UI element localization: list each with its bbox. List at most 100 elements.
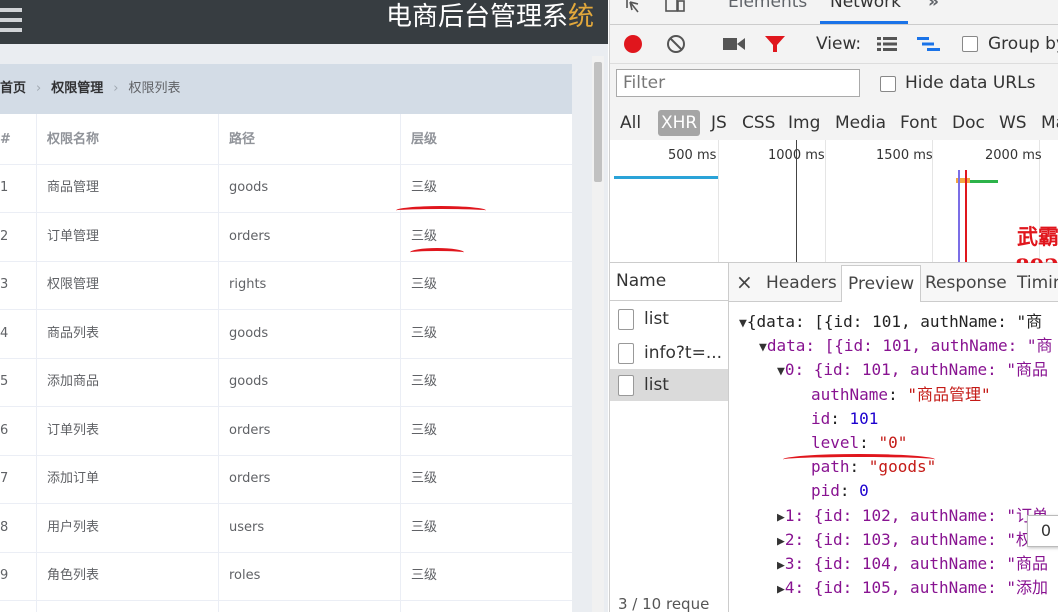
- row-path: users: [229, 520, 265, 535]
- json-node-item-4[interactable]: ▶4: {id: 105, authName: "添加: [777, 577, 1048, 599]
- json-node-item-0[interactable]: ▼0: {id: 101, authName: "商品: [777, 359, 1048, 381]
- hide-data-urls-checkbox[interactable]: [880, 76, 896, 92]
- row-path: orders: [229, 423, 271, 438]
- type-filter-img[interactable]: Img: [788, 110, 820, 136]
- timeline-dom-line: [958, 170, 960, 262]
- type-filter-media[interactable]: Media: [835, 110, 886, 136]
- devtools-tab-bar: Elements Network »: [610, 0, 1058, 25]
- large-rows-icon[interactable]: [876, 35, 898, 53]
- json-key: id: [811, 409, 831, 428]
- row-level: 三级: [411, 374, 438, 389]
- type-filter-all[interactable]: All: [620, 110, 641, 136]
- watermark-line: 武霸: [1017, 224, 1058, 249]
- tab-response[interactable]: Response: [925, 263, 1007, 300]
- expanded-triangle-icon[interactable]: ▼: [777, 364, 785, 379]
- request-item-list-selected[interactable]: list: [610, 369, 728, 401]
- waterfall-view-icon[interactable]: [916, 35, 942, 53]
- device-toolbar-icon[interactable]: [664, 0, 686, 14]
- expanded-triangle-icon[interactable]: ▼: [759, 340, 767, 355]
- row-index: 6: [0, 423, 9, 438]
- filter-funnel-icon[interactable]: [764, 34, 786, 54]
- row-index: 8: [0, 520, 9, 535]
- row-name: 权限管理: [47, 277, 100, 292]
- timeline-load-line: [965, 170, 967, 262]
- json-node-data[interactable]: ▼data: [{id: 101, authName: "商: [759, 335, 1053, 357]
- table-header-row: # 权限名称 路径 层级: [0, 116, 572, 165]
- json-node-text: 1: {id: 102, authName: "订单: [784, 506, 1049, 525]
- json-value: "商品管理": [907, 385, 991, 404]
- request-count-status: 3 / 10 reque: [618, 595, 710, 612]
- rights-table: # 权限名称 路径 层级 1 商品管理 goods 三级 2 订单管理 orde…: [0, 114, 572, 612]
- hide-data-urls-label: Hide data URLs: [905, 73, 1036, 93]
- name-column-header[interactable]: Name: [610, 263, 728, 301]
- filter-input[interactable]: Filter: [616, 69, 860, 97]
- type-filter-doc[interactable]: Doc: [952, 110, 985, 136]
- type-filter-xhr[interactable]: XHR: [658, 110, 701, 136]
- type-filter-font[interactable]: Font: [900, 110, 937, 136]
- row-name: 添加订单: [47, 471, 100, 486]
- request-item-list[interactable]: list: [610, 303, 728, 335]
- file-icon: [618, 309, 634, 330]
- screenshot-capture-icon[interactable]: [722, 35, 746, 53]
- request-name: list: [644, 375, 669, 395]
- json-prop-level: level: "0": [811, 433, 908, 452]
- tab-preview[interactable]: Preview: [841, 265, 922, 302]
- request-list: Name list info?t=... list 3 / 10 reque: [610, 263, 729, 612]
- type-filter-ws[interactable]: WS: [999, 110, 1027, 136]
- inspect-element-icon[interactable]: [624, 0, 644, 16]
- table-row: 2 订单管理 orders 三级: [0, 213, 572, 262]
- row-level: 三级: [411, 180, 438, 195]
- json-node-item-3[interactable]: ▶3: {id: 104, authName: "商品: [777, 553, 1048, 575]
- menu-toggle-icon[interactable]: [0, 8, 22, 34]
- collapsed-triangle-icon[interactable]: ▶: [777, 558, 785, 573]
- type-filter-js[interactable]: JS: [711, 110, 727, 136]
- row-name: 角色列表: [47, 568, 100, 583]
- row-level: 三级: [411, 471, 438, 486]
- more-tabs-icon[interactable]: »: [928, 0, 939, 12]
- table-row: 5 添加商品 goods 三级: [0, 358, 572, 407]
- row-index: 1: [0, 180, 9, 195]
- tab-elements[interactable]: Elements: [728, 0, 807, 12]
- json-key: level: [811, 433, 860, 452]
- network-overview-timeline[interactable]: 500 ms 1000 ms 1500 ms 2000 ms: [610, 140, 1058, 263]
- row-name: 订单管理: [47, 229, 100, 244]
- request-item-info[interactable]: info?t=...: [610, 337, 728, 369]
- breadcrumb: 首页 › 权限管理 › 权限列表: [0, 64, 180, 114]
- tab-timing[interactable]: Timin: [1017, 263, 1058, 300]
- col-header-level: 层级: [411, 132, 438, 147]
- tab-headers[interactable]: Headers: [766, 263, 837, 300]
- breadcrumb-rights[interactable]: 权限管理: [51, 81, 103, 96]
- page-scrollbar-thumb[interactable]: [594, 62, 602, 182]
- record-icon[interactable]: [624, 35, 642, 53]
- collapsed-triangle-icon[interactable]: ▶: [777, 582, 785, 597]
- app-title: 电商后台管理系统: [386, 0, 594, 44]
- expanded-triangle-icon[interactable]: ▼: [739, 316, 747, 331]
- row-path: orders: [229, 229, 271, 244]
- group-by-label: Group by: [988, 34, 1058, 54]
- json-node-text: 2: {id: 103, authName: "权限: [784, 530, 1049, 549]
- json-node-root[interactable]: ▼{data: [{id: 101, authName: "商: [739, 311, 1042, 333]
- table-row: 1 商品管理 goods 三级: [0, 164, 572, 213]
- close-icon[interactable]: ×: [736, 263, 753, 300]
- type-filter-css[interactable]: CSS: [742, 110, 775, 136]
- tab-network[interactable]: Network: [830, 0, 901, 12]
- collapsed-triangle-icon[interactable]: ▶: [777, 510, 785, 525]
- json-node-item-1[interactable]: ▶1: {id: 102, authName: "订单: [777, 505, 1048, 527]
- collapsed-triangle-icon[interactable]: ▶: [777, 534, 785, 549]
- app-title-last-char: 统: [567, 2, 594, 32]
- group-by-checkbox[interactable]: [962, 36, 978, 52]
- json-node-text: {data: [{id: 101, authName: "商: [746, 312, 1043, 331]
- row-name: 商品列表: [47, 326, 100, 341]
- row-name: 商品管理: [47, 180, 100, 195]
- clear-icon[interactable]: [666, 34, 686, 54]
- breadcrumb-home[interactable]: 首页: [0, 81, 26, 96]
- row-level: 三级: [411, 326, 438, 341]
- row-level: 三级: [411, 423, 438, 438]
- row-index: 9: [0, 568, 9, 583]
- row-index: 5: [0, 374, 9, 389]
- row-path: goods: [229, 326, 269, 341]
- request-name: list: [644, 309, 669, 329]
- type-filter-manifest[interactable]: Ma: [1041, 110, 1058, 136]
- value-tooltip: 0: [1027, 515, 1058, 547]
- json-node-item-2[interactable]: ▶2: {id: 103, authName: "权限: [777, 529, 1048, 551]
